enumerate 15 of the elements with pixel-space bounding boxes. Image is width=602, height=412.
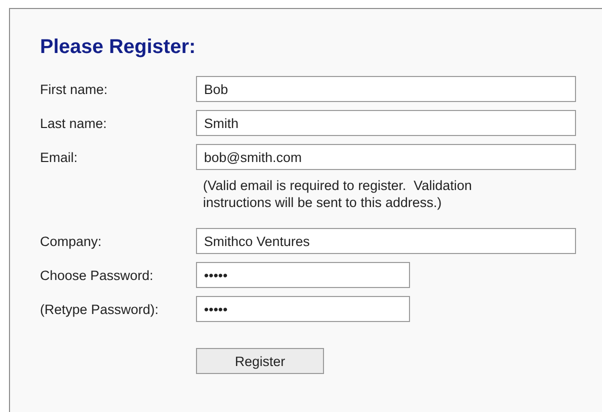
register-button[interactable]: Register <box>196 348 324 374</box>
password-field[interactable]: ••••• <box>196 296 410 322</box>
field-label: (Retype Password): <box>40 302 160 316</box>
field-label: Last name: <box>40 116 108 130</box>
help-text: (Valid email is required to register. Validation instructions will be sent to this address.) <box>203 177 473 211</box>
text-field[interactable]: bob@smith.com <box>196 144 576 170</box>
field-label: Choose Password: <box>40 268 154 282</box>
field-label: Company: <box>40 234 103 248</box>
form-title: Please Register: <box>40 35 197 59</box>
text-field[interactable]: Smithco Ventures <box>196 228 576 254</box>
text-field[interactable]: Smith <box>196 110 576 136</box>
field-label: Email: <box>40 150 79 164</box>
password-field[interactable]: ••••• <box>196 262 410 288</box>
text-field[interactable]: Bob <box>196 76 576 102</box>
field-label: First name: <box>40 82 109 96</box>
